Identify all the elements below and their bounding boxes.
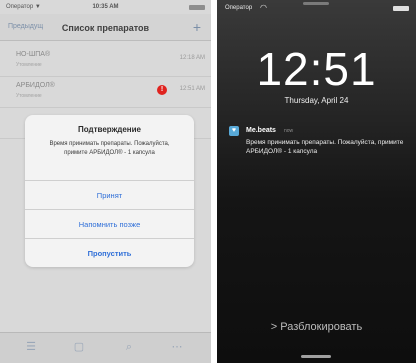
status-bar: Оператор ◠ <box>217 0 416 14</box>
wifi-icon: ◠ <box>260 3 267 12</box>
status-time: 10:35 AM <box>92 4 119 10</box>
accepted-button[interactable]: Принят <box>25 180 194 210</box>
battery-icon <box>189 5 205 10</box>
drug-time: 12:51 AM <box>179 86 205 92</box>
more-tab-icon[interactable]: ⋯ <box>170 341 184 353</box>
battery-icon <box>393 6 409 11</box>
confirmation-dialog: Подтверждение Время принимать препараты.… <box>25 115 194 267</box>
drug-subtitle: Утомление <box>16 93 42 99</box>
notification-time: now <box>284 128 294 134</box>
status-bar: Оператор ▼ 10:35 AM <box>0 0 211 14</box>
search-tab-icon[interactable]: ⌕ <box>122 341 136 353</box>
notification-text: Время принимать препараты. Пожалуйста, п… <box>246 139 404 155</box>
notification-center-grabber[interactable] <box>303 2 329 5</box>
lock-date: Thursday, April 24 <box>284 96 349 105</box>
drug-subtitle: Утомление <box>16 62 42 68</box>
alert-icon: ! <box>157 85 167 95</box>
tab-bar: ☰ ▢ ⌕ ⋯ <box>0 332 211 363</box>
app-screen: Оператор ▼ 10:35 AM Предыдущ Список преп… <box>0 0 211 363</box>
dialog-message: Время принимать препараты. Пожалуйста, п… <box>49 141 170 156</box>
drug-name: АРБИДОЛ® <box>16 82 55 89</box>
control-center-grabber[interactable] <box>301 355 331 358</box>
dialog-title: Подтверждение <box>78 125 141 134</box>
calendar-tab-icon[interactable]: ▢ <box>72 341 86 353</box>
add-button[interactable]: + <box>193 19 201 35</box>
list-item[interactable]: АРБИДОЛ® Утомление ! 12:51 AM <box>0 77 211 108</box>
slide-to-unlock[interactable]: > Разблокировать <box>217 321 416 333</box>
app-icon: ♥ <box>229 126 239 136</box>
nav-bar: Предыдущ Список препаратов + <box>0 14 211 41</box>
lock-clock: 12:51 <box>256 43 377 95</box>
skip-button[interactable]: Пропустить <box>25 238 194 267</box>
notification-app-name: Me.beats <box>246 127 276 134</box>
drug-time: 12:18 AM <box>179 55 205 61</box>
list-item[interactable]: НО-ШПА® Утомление 12:18 AM <box>0 46 211 77</box>
remind-later-button[interactable]: Напомнить позже <box>25 209 194 239</box>
drug-name: НО-ШПА® <box>16 51 51 58</box>
list-tab-icon[interactable]: ☰ <box>24 341 38 353</box>
carrier-label: Оператор <box>225 5 253 11</box>
lock-screen: Оператор ◠ 12:51 Thursday, April 24 ♥ Me… <box>217 0 416 363</box>
page-title: Список препаратов <box>61 23 150 33</box>
